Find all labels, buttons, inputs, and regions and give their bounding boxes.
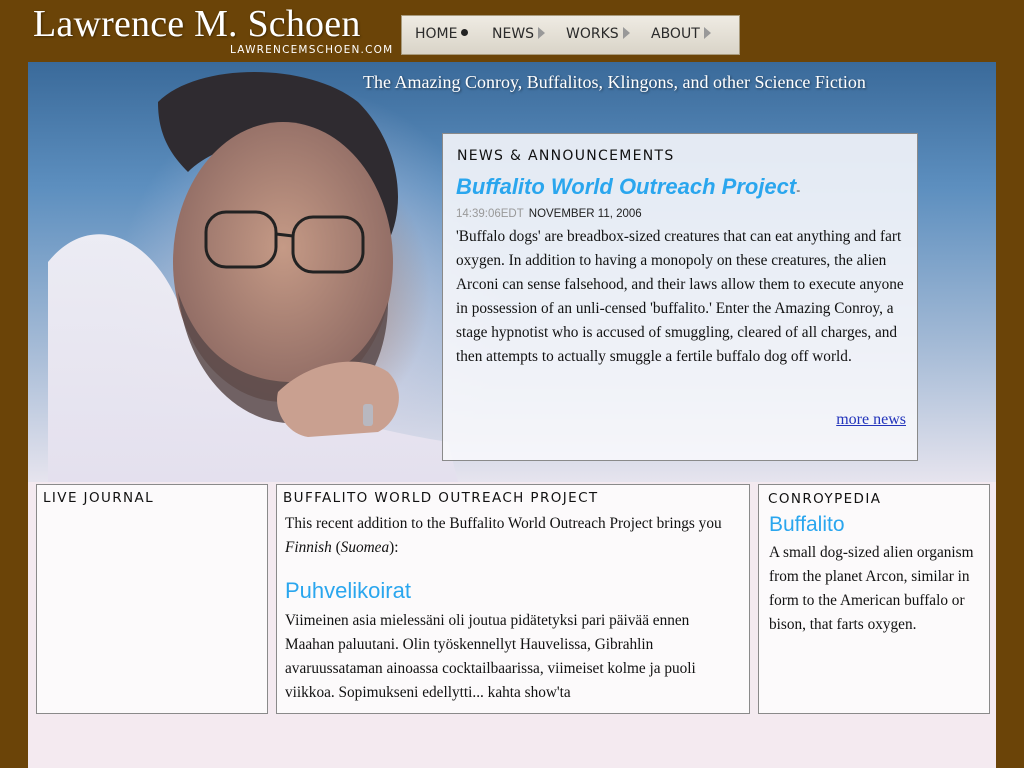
news-title-dash: - (796, 183, 801, 197)
news-timestamp: 14:39:06EDT NOVEMBER 11, 2006 (456, 208, 642, 220)
more-news-link[interactable]: more news (836, 411, 906, 429)
tagline: The Amazing Conroy, Buffalitos, Klingons… (363, 72, 866, 92)
conroypedia-heading: CONROYPEDIA (768, 491, 882, 507)
nav-news-label: NEWS (492, 26, 535, 42)
arrow-right-icon (703, 27, 711, 39)
nav-works-label: WORKS (566, 26, 619, 42)
news-announcements-box: NEWS & ANNOUNCEMENTS Buffalito World Out… (442, 133, 918, 461)
nav-home-label: HOME (415, 26, 458, 42)
bwop-intro-paren: ( (331, 539, 341, 556)
bwop-language: Finnish (285, 539, 332, 556)
nav-works[interactable]: WORKS (566, 26, 630, 42)
hero-banner: The Amazing Conroy, Buffalitos, Klingons… (28, 62, 996, 482)
main-nav: HOME NEWS WORKS ABOUT (401, 15, 740, 55)
nav-home[interactable]: HOME (415, 26, 469, 42)
conroypedia-panel: CONROYPEDIA Buffalito A small dog-sized … (758, 484, 990, 714)
arrow-right-icon (622, 27, 630, 39)
author-portrait (48, 72, 458, 482)
bwop-subtitle-link[interactable]: Puhvelikoirat (285, 578, 411, 604)
arrow-right-icon (538, 27, 546, 39)
bwop-heading: BUFFALITO WORLD OUTREACH PROJECT (283, 490, 599, 506)
news-body: 'Buffalo dogs' are breadbox-sized creatu… (456, 228, 904, 365)
news-title-text[interactable]: Buffalito World Outreach Project (456, 174, 796, 199)
conroypedia-definition: A small dog-sized alien organism from th… (769, 544, 974, 633)
news-title-link[interactable]: Buffalito World Outreach Project- (456, 174, 800, 200)
bwop-body: Viimeinen asia mielessäni oli joutua pid… (285, 612, 696, 701)
nav-news[interactable]: NEWS (492, 26, 546, 42)
current-page-dot-icon (461, 29, 469, 36)
site-url: LAWRENCEMSCHOEN.COM (230, 44, 394, 56)
news-time: 14:39:06EDT (456, 208, 524, 220)
nav-about[interactable]: ABOUT (651, 26, 711, 42)
bwop-intro-text: This recent addition to the Buffalito Wo… (285, 515, 722, 532)
live-journal-panel: LIVE JOURNAL (36, 484, 268, 714)
bwop-intro: This recent addition to the Buffalito Wo… (285, 512, 741, 560)
main-content: The Amazing Conroy, Buffalitos, Klingons… (28, 62, 996, 768)
news-date: NOVEMBER 11, 2006 (528, 208, 642, 220)
bwop-panel: BUFFALITO WORLD OUTREACH PROJECT This re… (276, 484, 750, 714)
bwop-native-name: Suomea (340, 539, 390, 556)
live-journal-heading: LIVE JOURNAL (43, 490, 155, 506)
nav-about-label: ABOUT (651, 26, 700, 42)
site-title[interactable]: Lawrence M. Schoen (33, 2, 361, 46)
news-heading: NEWS & ANNOUNCEMENTS (457, 148, 675, 164)
bwop-intro-end: ): (389, 539, 399, 556)
conroypedia-term-link[interactable]: Buffalito (769, 513, 845, 537)
